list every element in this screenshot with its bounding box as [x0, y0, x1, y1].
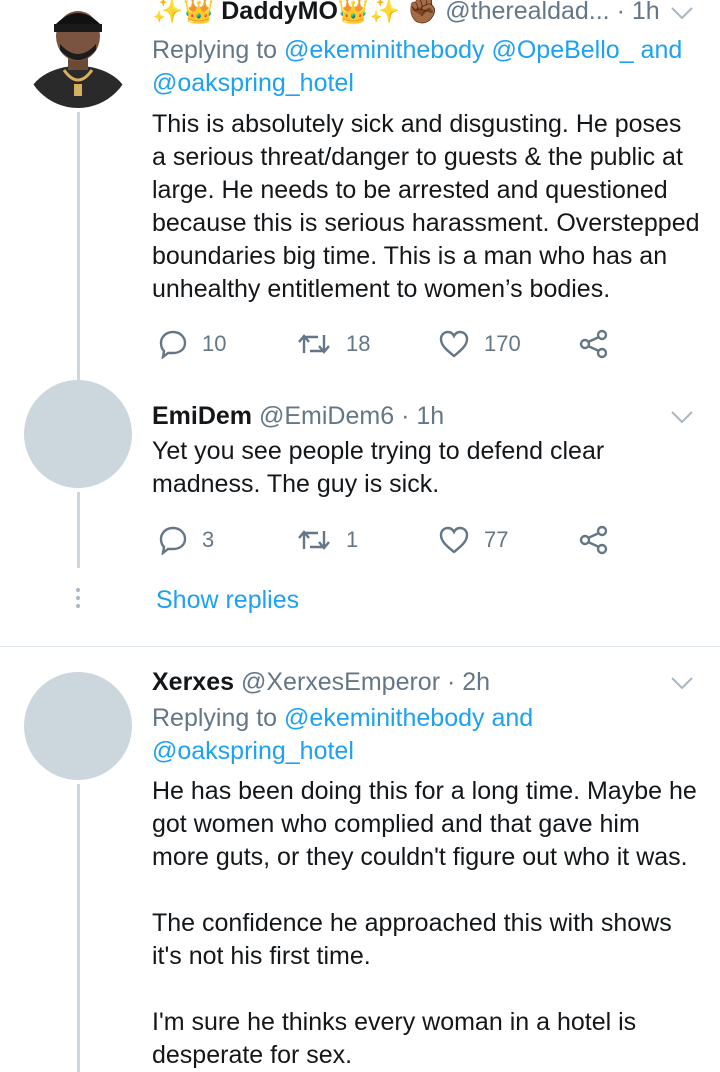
- thread-line: [77, 112, 80, 398]
- tweet-text: Yet you see people trying to defend clea…: [152, 437, 605, 498]
- display-name[interactable]: Xerxes: [152, 668, 234, 696]
- tweet-text: This is absolutely sick and disgusting. …: [152, 110, 700, 303]
- show-replies-link[interactable]: Show replies: [156, 586, 299, 615]
- retweet-button[interactable]: 18: [296, 326, 370, 362]
- tweet-actions: 10 18 170: [152, 326, 672, 362]
- mention-link[interactable]: @oakspring_hotel: [152, 737, 354, 765]
- mention-link[interactable]: @ekeminithebody @OpeBello_: [284, 36, 634, 64]
- crown-icon: 👑: [337, 0, 370, 25]
- mention-link[interactable]: @ekeminithebody: [284, 704, 485, 732]
- reply-count: 10: [202, 331, 227, 356]
- tweet-actions: 3 1 77: [152, 522, 672, 558]
- share-button[interactable]: [578, 326, 610, 362]
- like-button[interactable]: 170: [438, 326, 521, 362]
- share-icon: [579, 329, 608, 359]
- reply-icon: [159, 330, 187, 359]
- share-button[interactable]: [578, 522, 610, 558]
- mention-link[interactable]: @oakspring_hotel: [152, 69, 354, 97]
- retweet-button[interactable]: 1: [296, 522, 358, 558]
- thread-line: [77, 784, 80, 1072]
- sparkle-icon: ✨: [369, 0, 401, 25]
- display-name[interactable]: EmiDem: [152, 402, 252, 430]
- user-handle[interactable]: @therealdad...: [445, 0, 609, 25]
- avatar-xerxes[interactable]: [24, 672, 132, 780]
- tweet-header: ✨👑 DaddyMO👑✨ ✊🏾 @therealdad... · 1h: [152, 0, 660, 26]
- reply-count: 3: [202, 527, 215, 552]
- reply-button[interactable]: 10: [158, 326, 226, 362]
- retweet-icon: [298, 530, 330, 550]
- heart-icon: [439, 526, 469, 554]
- timestamp[interactable]: · 2h: [447, 668, 490, 696]
- reply-icon: [159, 526, 187, 555]
- like-count: 77: [484, 527, 509, 552]
- replying-to: Replying to @ekeminithebody and @oakspri…: [152, 704, 534, 765]
- more-replies-indicator: [74, 588, 82, 612]
- share-icon: [579, 525, 608, 555]
- chevron-down-icon[interactable]: [670, 410, 694, 424]
- tweet-text: He has been doing this for a long time. …: [152, 777, 697, 1069]
- reply-button[interactable]: 3: [158, 522, 214, 558]
- retweet-count: 1: [346, 527, 359, 552]
- chevron-down-icon[interactable]: [670, 676, 694, 690]
- user-handle[interactable]: @EmiDem6: [259, 402, 394, 430]
- crown-icon: 👑: [183, 0, 215, 25]
- avatar-emidem[interactable]: [24, 380, 132, 488]
- avatar-daddymo[interactable]: [24, 0, 132, 108]
- fist-icon: ✊🏾: [407, 0, 439, 25]
- timestamp[interactable]: · 1h: [401, 402, 444, 430]
- divider: [0, 646, 720, 647]
- retweet-count: 18: [346, 331, 371, 356]
- user-handle[interactable]: @XerxesEmperor: [241, 668, 440, 696]
- heart-icon: [439, 330, 469, 358]
- like-count: 170: [484, 331, 521, 356]
- retweet-icon: [298, 334, 330, 354]
- tweet-header: EmiDem @EmiDem6 · 1h: [152, 402, 444, 431]
- tweet-header: Xerxes @XerxesEmperor · 2h: [152, 668, 490, 697]
- thread-line: [77, 492, 80, 568]
- display-name[interactable]: DaddyMO: [221, 0, 338, 25]
- replying-to: Replying to @ekeminithebody @OpeBello_ a…: [152, 36, 683, 97]
- timestamp[interactable]: · 1h: [617, 0, 660, 25]
- chevron-down-icon[interactable]: [670, 6, 694, 20]
- like-button[interactable]: 77: [438, 522, 508, 558]
- profile-photo-icon: [24, 0, 132, 108]
- sparkle-icon: ✨: [152, 0, 184, 25]
